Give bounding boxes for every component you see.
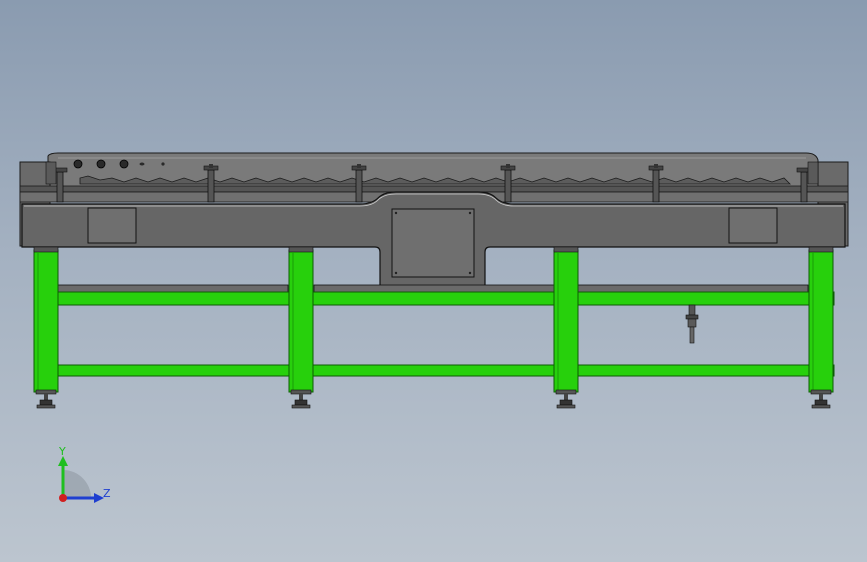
lower-crossbar: [33, 364, 835, 377]
conveyor-assembly: [19, 152, 849, 287]
leveling-foot: [35, 389, 57, 409]
leveling-foot: [555, 389, 577, 409]
leveling-foot: [290, 389, 312, 409]
access-panel-left: [87, 207, 137, 244]
button-icon: [96, 159, 106, 169]
coordinate-triad-icon: Y Z: [58, 445, 111, 503]
access-panel-center: [391, 208, 475, 278]
indicator-icon: [161, 162, 165, 166]
button-icon: [73, 159, 83, 169]
button-icon: [119, 159, 129, 169]
access-panel-right: [728, 207, 778, 244]
leveling-foot: [810, 389, 832, 409]
axis-label-y: Y: [58, 445, 66, 458]
upper-rail: [19, 185, 849, 193]
cad-viewport[interactable]: Y Z: [0, 0, 867, 562]
indicator-icon: [139, 162, 145, 166]
hanging-sensor: [685, 304, 699, 344]
upper-crossbar: [33, 291, 835, 306]
axis-label-z: Z: [103, 487, 111, 500]
